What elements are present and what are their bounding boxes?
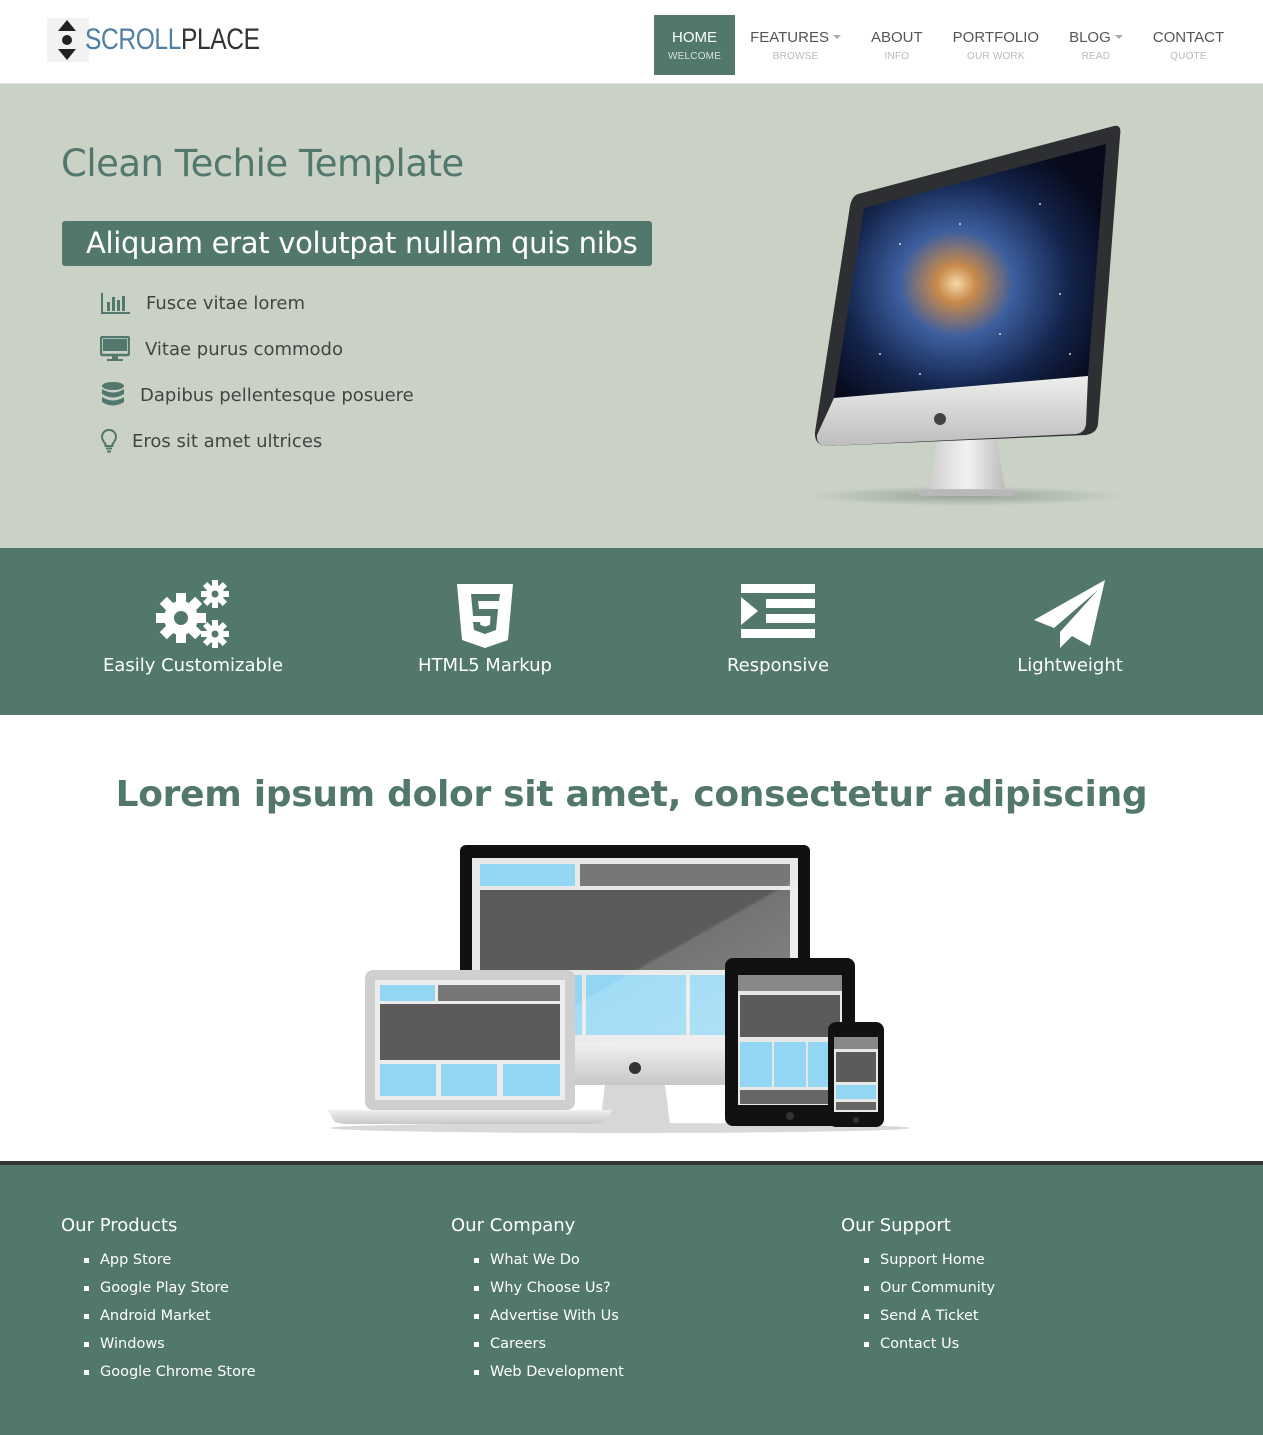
list-item: Fusce vitae lorem xyxy=(100,280,414,326)
gears-icon xyxy=(156,580,229,648)
feature-label: Responsive xyxy=(726,655,830,676)
responsive-devices-image xyxy=(328,845,910,1133)
footer-column-company: Our Company What We Do Why Choose Us? Ad… xyxy=(451,1215,624,1386)
html5-icon xyxy=(457,584,513,648)
nav-item-blog[interactable]: BLOG READ xyxy=(1054,15,1138,75)
footer-link[interactable]: Why Choose Us? xyxy=(475,1274,624,1302)
desktop-icon xyxy=(100,335,132,363)
footer-link[interactable]: Google Chrome Store xyxy=(85,1358,256,1386)
feature-label: Lightweight xyxy=(1017,655,1123,676)
imac-image xyxy=(805,125,1125,506)
nav-sublabel: QUOTE xyxy=(1170,50,1207,62)
footer-column-title: Our Products xyxy=(61,1215,178,1236)
feature-html5: HTML5 Markup xyxy=(335,548,635,715)
footer-link[interactable]: Android Market xyxy=(85,1302,256,1330)
logo[interactable]: SCROLLPLACE xyxy=(47,18,298,62)
footer-link[interactable]: Google Play Store xyxy=(85,1274,256,1302)
nav-label: FEATURES xyxy=(750,28,829,46)
nav-label: PORTFOLIO xyxy=(952,28,1040,46)
list-item-text: Vitae purus commodo xyxy=(145,338,343,360)
nav-item-portfolio[interactable]: PORTFOLIO OUR WORK xyxy=(938,15,1054,75)
features-band: Easily Customizable HTML5 Markup Respons… xyxy=(0,548,1263,715)
hero-banner: Aliquam erat volutpat nullam quis nibs xyxy=(62,221,652,266)
paper-plane-icon xyxy=(1034,580,1105,648)
nav-item-contact[interactable]: CONTACT QUOTE xyxy=(1138,15,1239,75)
list-item: Eros sit amet ultrices xyxy=(100,418,414,464)
footer-link[interactable]: App Store xyxy=(85,1246,256,1274)
hero-section: Clean Techie Template Aliquam erat volut… xyxy=(0,84,1263,548)
feature-label: Easily Customizable xyxy=(102,655,284,676)
nav-sublabel: READ xyxy=(1081,50,1111,62)
footer-column-support: Our Support Support Home Our Community S… xyxy=(841,1215,995,1358)
footer-link[interactable]: Send A Ticket xyxy=(865,1302,995,1330)
list-item: Vitae purus commodo xyxy=(100,326,414,372)
footer-link[interactable]: Our Community xyxy=(865,1274,995,1302)
footer-column-products: Our Products App Store Google Play Store… xyxy=(61,1215,256,1386)
indent-icon xyxy=(741,584,815,638)
footer-link-list: App Store Google Play Store Android Mark… xyxy=(61,1246,256,1386)
footer-link-list: What We Do Why Choose Us? Advertise With… xyxy=(451,1246,624,1386)
nav-sublabel: INFO xyxy=(884,50,910,62)
footer-column-title: Our Support xyxy=(841,1215,951,1236)
list-item-text: Fusce vitae lorem xyxy=(146,292,306,314)
footer-link[interactable]: Careers xyxy=(475,1330,624,1358)
footer-link-list: Support Home Our Community Send A Ticket… xyxy=(841,1246,995,1358)
site-footer: Our Products App Store Google Play Store… xyxy=(0,1161,1263,1435)
nav-sublabel: BROWSE xyxy=(772,50,819,62)
lightbulb-icon xyxy=(100,427,120,455)
feature-customizable: Easily Customizable xyxy=(43,548,343,715)
nav-label: BLOG xyxy=(1069,28,1111,46)
list-item: Dapibus pellentesque posuere xyxy=(100,372,414,418)
list-item-text: Eros sit amet ultrices xyxy=(132,430,323,452)
footer-link[interactable]: Support Home xyxy=(865,1246,995,1274)
database-icon xyxy=(100,381,128,409)
site-header: SCROLLPLACE HOME WELCOME FEATURES BROWSE… xyxy=(0,0,1263,84)
scroll-arrows-icon xyxy=(47,18,89,62)
hero-feature-list: Fusce vitae lorem Vitae purus commodo Da… xyxy=(100,280,414,464)
nav-item-features[interactable]: FEATURES BROWSE xyxy=(735,15,856,75)
nav-sublabel: WELCOME xyxy=(668,50,722,62)
bar-chart-icon xyxy=(100,289,134,317)
hero-title: Clean Techie Template xyxy=(61,142,464,185)
feature-label: HTML5 Markup xyxy=(418,655,552,676)
nav-label: HOME xyxy=(672,28,718,46)
nav-item-about[interactable]: ABOUT INFO xyxy=(856,15,938,75)
footer-link[interactable]: Contact Us xyxy=(865,1330,995,1358)
footer-link[interactable]: Web Development xyxy=(475,1358,624,1386)
nav-label: CONTACT xyxy=(1152,28,1225,46)
main-nav: HOME WELCOME FEATURES BROWSE ABOUT INFO … xyxy=(654,15,1239,75)
caret-down-icon xyxy=(1114,35,1123,39)
section-title: Lorem ipsum dolor sit amet, consectetur … xyxy=(115,774,1148,815)
footer-column-title: Our Company xyxy=(451,1215,576,1236)
list-item-text: Dapibus pellentesque posuere xyxy=(140,384,414,406)
nav-item-home[interactable]: HOME WELCOME xyxy=(654,15,736,75)
caret-down-icon xyxy=(832,35,841,39)
feature-lightweight: Lightweight xyxy=(920,548,1220,715)
logo-text: SCROLLPLACE xyxy=(85,23,260,56)
feature-responsive: Responsive xyxy=(628,548,928,715)
nav-sublabel: OUR WORK xyxy=(967,50,1025,62)
footer-link[interactable]: Advertise With Us xyxy=(475,1302,624,1330)
nav-label: ABOUT xyxy=(870,28,923,46)
footer-link[interactable]: Windows xyxy=(85,1330,256,1358)
footer-link[interactable]: What We Do xyxy=(475,1246,624,1274)
